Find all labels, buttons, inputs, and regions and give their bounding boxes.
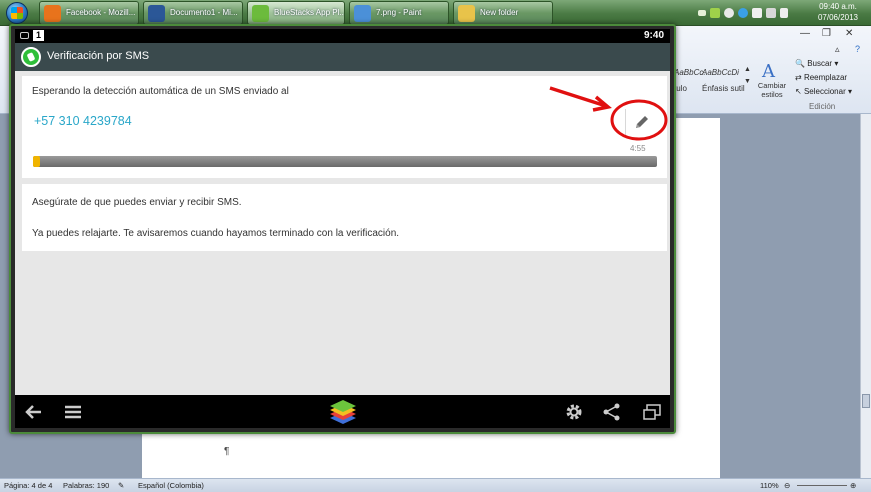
countdown-timer: 4:55	[630, 144, 646, 153]
zoom-slider[interactable]	[797, 485, 847, 486]
android-status-bar: 1 9:40	[15, 29, 670, 43]
status-words[interactable]: Palabras: 190	[63, 481, 109, 490]
app-title: Verificación por SMS	[47, 50, 150, 62]
zoom-out-icon[interactable]: ⊖	[784, 481, 790, 490]
info-line-2: Ya puedes relajarte. Te avisaremos cuand…	[32, 228, 400, 239]
window-resize-icon[interactable]	[641, 401, 663, 423]
progress-fill	[33, 156, 41, 167]
taskbar-button-2[interactable]: Documento1 - Mi...	[143, 1, 243, 25]
clock-time: 09:40 a.m.	[819, 2, 857, 11]
seleccionar-label: Seleccionar	[803, 87, 846, 96]
spellcheck-icon[interactable]: ✎	[118, 481, 124, 490]
bluestacks-window: 1 9:40 Verificación por SMS Esperando la…	[9, 24, 676, 434]
firefox-icon	[44, 5, 61, 22]
tray-arrow-icon[interactable]	[698, 10, 706, 16]
tray-volume-icon[interactable]	[780, 8, 788, 18]
phone-number: +57 310 4239784	[34, 114, 132, 128]
paint-icon	[354, 5, 371, 22]
bluestacks-icon	[252, 5, 269, 22]
taskbar-button-label: BlueStacks App Pl...	[274, 8, 345, 17]
system-tray	[698, 2, 788, 24]
style-enfasis-label: Énfasis sutil	[702, 84, 745, 93]
info-card: Asegúrate de que puedes enviar y recibir…	[22, 184, 667, 251]
notification-badge: 1	[33, 30, 44, 41]
whatsapp-icon	[21, 47, 41, 67]
taskbar-button-5[interactable]: New folder	[453, 1, 553, 25]
taskbar-button-3[interactable]: BlueStacks App Pl...	[247, 1, 345, 25]
pencil-icon	[636, 116, 648, 128]
settings-gear-icon[interactable]	[563, 401, 585, 423]
taskbar-button-1[interactable]: Facebook - Mozill...	[39, 1, 139, 25]
reemplazar-button[interactable]: ⇄ Reemplazar	[795, 73, 847, 82]
taskbar-button-label: New folder	[480, 8, 519, 17]
app-action-bar: Verificación por SMS	[15, 43, 670, 71]
windows-taskbar: Facebook - Mozill... Documento1 - Mi... Bl…	[0, 0, 871, 26]
tray-shield-icon[interactable]	[724, 8, 734, 18]
paragraph-mark: ¶	[224, 446, 230, 457]
buscar-button[interactable]: 🔍 Buscar ▾	[795, 59, 838, 68]
android-nav-bar	[15, 395, 670, 428]
android-time: 9:40	[643, 30, 664, 41]
clock-date: 07/06/2013	[817, 13, 859, 22]
styles-scroll-up-icon[interactable]: ▲	[744, 66, 751, 73]
buscar-label: Buscar	[807, 59, 833, 68]
svg-text:A: A	[761, 61, 776, 80]
help-icon[interactable]: ?	[855, 44, 860, 54]
taskbar-button-label: Documento1 - Mi...	[170, 8, 238, 17]
taskbar-button-4[interactable]: 7.png - Paint	[349, 1, 449, 25]
tray-flag-icon[interactable]	[766, 8, 776, 18]
edit-number-button[interactable]	[630, 111, 654, 135]
minimize-icon[interactable]: —	[800, 28, 810, 39]
ribbon-minimize-icon[interactable]: ▵	[835, 44, 840, 55]
menu-icon[interactable]	[62, 401, 84, 423]
edicion-group-label: Edición	[809, 102, 836, 111]
tray-network-icon[interactable]	[710, 8, 720, 18]
word-icon	[148, 5, 165, 22]
status-language[interactable]: Español (Colombia)	[138, 481, 204, 490]
cambiar-estilos-label[interactable]: Cambiar estilos	[756, 81, 788, 99]
vertical-scrollbar[interactable]	[860, 114, 871, 478]
taskbar-button-label: 7.png - Paint	[376, 8, 422, 17]
restore-icon[interactable]: ❐	[822, 28, 831, 39]
tray-update-icon[interactable]	[738, 8, 748, 18]
windows-logo-icon	[11, 7, 23, 19]
status-page[interactable]: Página: 4 de 4	[4, 481, 52, 490]
tray-sync-icon[interactable]	[752, 8, 762, 18]
bluestacks-logo-icon[interactable]	[328, 398, 358, 426]
cambiar-estilos-icon[interactable]: A	[760, 60, 782, 82]
style-titulo-preview[interactable]: AaBbCc.	[674, 68, 706, 77]
camera-icon	[20, 32, 29, 39]
taskbar-button-label: Facebook - Mozill...	[66, 8, 136, 17]
share-icon[interactable]	[601, 401, 623, 423]
verification-progress-bar	[33, 156, 657, 167]
info-line-1: Asegúrate de que puedes enviar y recibir…	[32, 197, 242, 208]
sms-waiting-card: Esperando la detección automática de un …	[22, 76, 667, 178]
zoom-in-icon[interactable]: ⊕	[850, 481, 856, 490]
folder-icon	[458, 5, 475, 22]
reemplazar-label: Reemplazar	[803, 73, 848, 82]
style-enfasis-preview[interactable]: AaBbCcDi	[702, 68, 739, 77]
styles-scroll-down-icon[interactable]: ▼	[744, 78, 751, 85]
edit-divider	[625, 109, 626, 135]
seleccionar-button[interactable]: ↖ Seleccionar ▾	[795, 87, 852, 96]
verification-content: Esperando la detección automática de un …	[15, 71, 670, 395]
status-zoom[interactable]: 110%	[760, 481, 779, 490]
word-status-bar: Página: 4 de 4 Palabras: 190 ✎ Español (…	[0, 478, 871, 492]
waiting-text: Esperando la detección automática de un …	[32, 86, 289, 97]
taskbar-clock[interactable]: 09:40 a.m. 07/06/2013	[808, 1, 868, 23]
scrollbar-thumb[interactable]	[862, 394, 870, 408]
back-icon[interactable]	[23, 401, 45, 423]
start-button[interactable]	[2, 0, 32, 26]
close-icon[interactable]: ✕	[845, 28, 853, 39]
